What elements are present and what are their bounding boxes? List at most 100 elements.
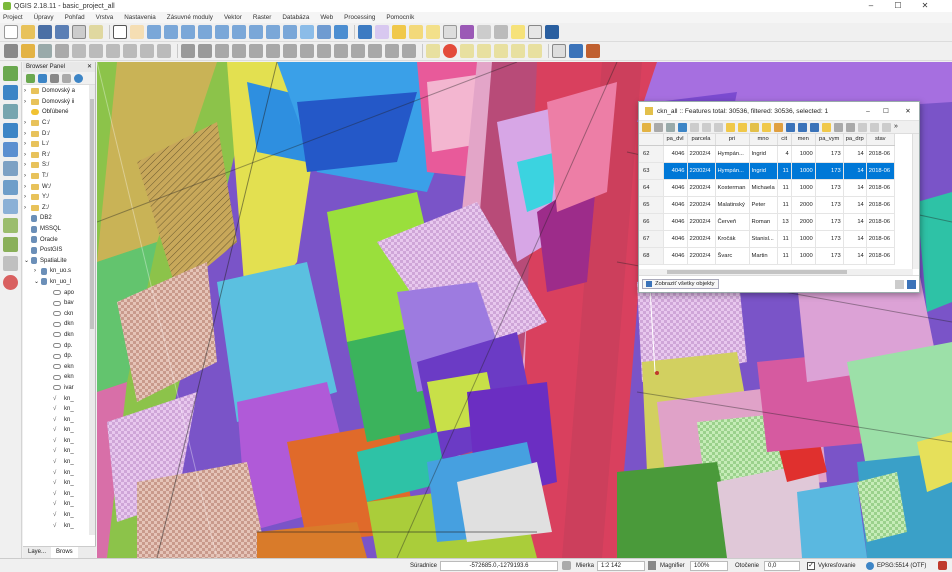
table-cell[interactable]: 14 [843,247,867,265]
browser-tree-item[interactable]: ekn [23,372,90,383]
grid-vertical-scrollbar[interactable] [912,134,919,269]
table-cell[interactable]: 2018-06 [866,179,895,197]
table-cell[interactable]: 2018-06 [866,230,895,248]
maximize-button[interactable]: ☐ [875,107,897,115]
toggle-editing-icon[interactable] [642,122,651,132]
table-cell[interactable]: 173 [815,213,844,231]
column-header[interactable]: stav [866,134,895,146]
select-features-icon[interactable] [392,25,406,39]
help-icon[interactable] [545,25,559,39]
tab-browser[interactable]: Brows [51,547,78,558]
touch-zoom-icon[interactable] [113,25,127,39]
add-virtual-layer-icon[interactable] [3,275,18,290]
table-cell[interactable]: 22002/4 [687,213,716,231]
table-cell[interactable]: 2018-06 [866,196,895,214]
table-cell[interactable]: 173 [815,162,844,180]
add-delimited-text-icon[interactable] [3,256,18,271]
menu-vector[interactable]: Vektor [224,14,242,21]
menu-database[interactable]: Databáza [282,14,309,21]
offset-curve-icon[interactable] [351,44,365,58]
table-cell[interactable]: 2018-06 [866,162,895,180]
show-labels-icon[interactable] [477,44,491,58]
table-cell[interactable]: 14 [843,179,867,197]
map-tips-icon[interactable] [511,25,525,39]
table-cell[interactable]: 22002/4 [687,196,716,214]
save-project-icon[interactable] [38,25,52,39]
table-cell[interactable]: 1000 [791,145,816,163]
menu-project[interactable]: Project [3,14,23,21]
undo-icon[interactable] [181,44,195,58]
add-wfs-icon[interactable] [3,237,18,252]
table-cell[interactable]: 4046 [663,213,688,231]
select-expression-icon[interactable] [750,122,759,132]
run-action-icon[interactable] [375,25,389,39]
table-cell[interactable]: 1000 [791,230,816,248]
new-field-icon[interactable] [834,122,843,132]
zoom-layer-icon[interactable] [249,25,263,39]
table-row[interactable]: 64 4046 22002/4 Kosterman Michaela 11 1000 173 1… [639,179,895,197]
save-as-icon[interactable] [55,25,69,39]
table-cell[interactable]: 1000 [791,247,816,265]
browser-tree-item[interactable]: dp. [23,340,90,351]
browser-tree-item[interactable]: dp. [23,351,90,362]
add-spatialite-icon[interactable] [3,123,18,138]
delete-ring-icon[interactable] [300,44,314,58]
table-cell[interactable]: 22002/4 [687,162,716,180]
split-features-icon[interactable] [368,44,382,58]
add-feature-icon[interactable] [55,44,69,58]
plugin-tool-icon[interactable] [586,44,600,58]
table-row[interactable]: 65 4046 22002/4 Malatinský Peter 11 2000 173 14 2… [639,196,895,214]
new-map-view-icon[interactable] [300,25,314,39]
browser-tree-item[interactable]: Oracle [23,234,90,245]
delete-part-icon[interactable] [317,44,331,58]
node-tool-icon[interactable] [89,44,103,58]
browser-tree-item[interactable]: √ kn_ [23,414,90,425]
add-ring-icon[interactable] [249,44,263,58]
menu-help[interactable]: Pomocník [386,14,414,21]
expand-arrow-icon[interactable]: › [24,141,30,147]
expand-arrow-icon[interactable]: › [34,268,40,274]
browser-tree-item[interactable]: √ kn_ [23,489,90,500]
close-button[interactable]: ✕ [912,0,938,12]
expand-arrow-icon[interactable]: ⌄ [24,257,30,264]
browser-tree-item[interactable]: √ kn_ [23,499,90,510]
csv-icon[interactable] [552,44,566,58]
row-number[interactable]: 65 [639,196,664,214]
table-cell[interactable]: Hympán... [715,145,750,163]
browser-tree-item[interactable]: ⌄ SpatiaLite [23,256,90,267]
menu-layer[interactable]: Vrstva [96,14,114,21]
table-cell[interactable]: 11 [777,179,792,197]
browser-tree-item[interactable]: › T:/ [23,171,90,182]
add-oracle-icon[interactable] [3,161,18,176]
browser-scrollbar[interactable] [89,85,95,535]
menu-processing[interactable]: Processing [344,14,375,21]
table-cell[interactable]: 11 [777,196,792,214]
row-number[interactable]: 62 [639,145,664,163]
scale-select[interactable]: 1:2 142 [597,560,645,571]
cut-features-icon[interactable] [123,44,137,58]
expand-arrow-icon[interactable]: › [24,152,30,158]
browser-tree-item[interactable]: ckn [23,308,90,319]
more-tools-icon[interactable]: » [894,123,898,132]
deselect-icon[interactable] [426,25,440,39]
field-calculator-icon[interactable] [460,25,474,39]
print-composer-icon[interactable] [72,25,86,39]
browser-tree-item[interactable]: › C:/ [23,118,90,129]
browser-tree-item[interactable]: √ kn_ [23,436,90,447]
row-number[interactable]: 68 [639,247,664,265]
menu-web[interactable]: Web [320,14,333,21]
browser-tree-item[interactable]: › S:/ [23,160,90,171]
expand-arrow-icon[interactable]: › [24,120,30,126]
column-header[interactable]: pa_vym [815,134,844,146]
browser-tree-item[interactable]: › Y:/ [23,192,90,203]
properties-icon[interactable] [74,73,83,83]
identify-icon[interactable] [358,25,372,39]
new-project-icon[interactable] [4,25,18,39]
table-cell[interactable]: 1000 [791,179,816,197]
messages-icon[interactable] [938,561,947,570]
row-number[interactable]: 66 [639,213,664,231]
browser-tree-item[interactable]: › D:/ [23,128,90,139]
table-cell[interactable]: 173 [815,196,844,214]
table-cell[interactable]: Hympán... [715,162,750,180]
column-header[interactable]: pa_dvl [663,134,688,146]
